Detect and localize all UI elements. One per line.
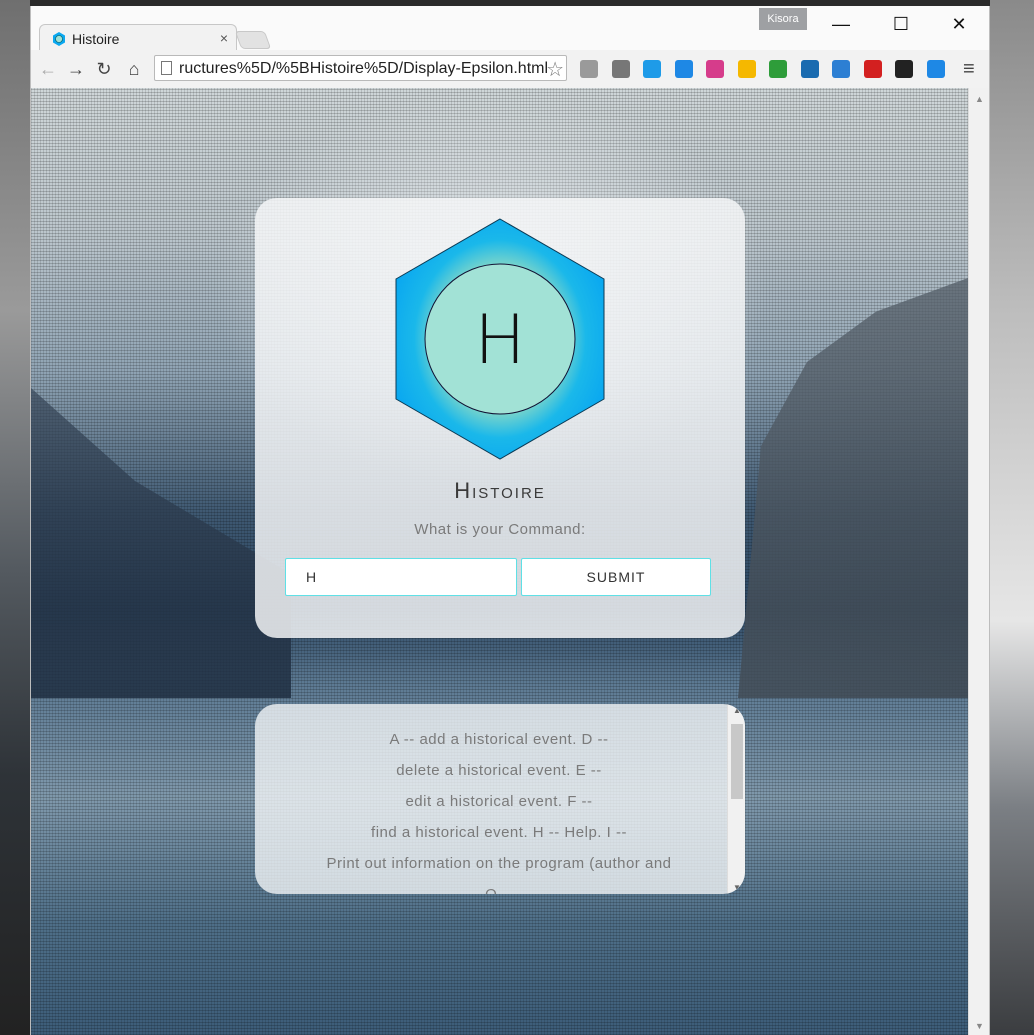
help-text: A -- add a historical event. D -- delete… <box>326 731 672 894</box>
browser-toolbar: ← → ↻ ⌂ ructures%5D/%5BHistoire%5D/Displ… <box>31 50 989 89</box>
calendar-extension-icon[interactable] <box>737 60 756 78</box>
badge-extension-icon[interactable] <box>895 60 913 78</box>
help-scrollbar[interactable]: ▲ ▼ <box>727 704 745 894</box>
back-button[interactable]: ← <box>37 58 59 80</box>
help-panel[interactable]: A -- add a historical event. D -- delete… <box>255 704 745 894</box>
maximize-button[interactable]: ☐ <box>878 10 924 38</box>
forward-button[interactable]: → <box>65 58 87 80</box>
app-title: Histoire <box>454 478 546 503</box>
page-icon <box>161 61 172 75</box>
scroll-down-arrow-icon[interactable]: ▼ <box>733 883 741 892</box>
background-mountain-right <box>738 278 968 698</box>
page-viewport: H Histoire What is your Command: SUBMIT … <box>31 88 968 1035</box>
eye-extension-icon[interactable] <box>800 60 819 78</box>
page-scroll-down-icon[interactable]: ▼ <box>975 1021 984 1031</box>
scroll-up-arrow-icon[interactable]: ▲ <box>733 706 741 715</box>
command-input[interactable] <box>285 558 517 596</box>
power-extension-icon[interactable] <box>580 60 598 78</box>
close-window-button[interactable]: ✕ <box>936 10 982 38</box>
tab-histoire[interactable]: Histoire × <box>39 24 237 53</box>
code-extension-icon[interactable] <box>643 60 661 78</box>
back-arrow-extension-icon[interactable] <box>674 60 693 78</box>
desktop-wallpaper-left <box>0 0 30 1035</box>
tag-extension-icon[interactable] <box>706 60 724 78</box>
diamond-extension-icon[interactable] <box>769 60 787 78</box>
help-scroll-thumb[interactable] <box>731 724 743 799</box>
browser-menu-button[interactable]: ≡ <box>963 58 975 81</box>
adblock-extension-icon[interactable] <box>863 60 882 78</box>
minimize-button[interactable]: — <box>818 10 864 38</box>
url-text[interactable]: ructures%5D/%5BHistoire%5D/Display-Epsil… <box>179 60 548 78</box>
new-tab-button[interactable] <box>234 31 272 49</box>
submit-button[interactable]: SUBMIT <box>521 558 711 596</box>
hexagon-logo-icon: H <box>395 218 605 460</box>
tab-title: Histoire <box>72 31 120 47</box>
profile-badge[interactable]: Kisora <box>759 8 807 30</box>
hexagon-favicon-icon <box>53 32 65 46</box>
logo-letter: H <box>474 301 525 380</box>
reload-button[interactable]: ↻ <box>93 58 115 80</box>
page-scrollbar[interactable]: ▲ ▼ <box>968 88 989 1035</box>
command-card: H Histoire What is your Command: SUBMIT <box>255 198 745 638</box>
close-tab-icon[interactable]: × <box>220 30 228 46</box>
sync-extension-icon[interactable] <box>926 60 945 78</box>
address-bar[interactable]: ructures%5D/%5BHistoire%5D/Display-Epsil… <box>154 55 567 81</box>
title-bar[interactable]: Histoire × Kisora — ☐ ✕ <box>31 6 989 53</box>
command-prompt-label: What is your Command: <box>414 521 586 538</box>
desktop-wallpaper-right <box>990 0 1034 1035</box>
home-button[interactable]: ⌂ <box>123 58 145 80</box>
bookmark-star-icon[interactable]: ☆ <box>546 57 564 82</box>
window-extension-icon[interactable] <box>832 60 850 78</box>
page-scroll-up-icon[interactable]: ▲ <box>975 94 984 104</box>
film-extension-icon[interactable] <box>611 60 630 78</box>
browser-window: Histoire × Kisora — ☐ ✕ ← → ↻ ⌂ ructures… <box>30 6 990 1035</box>
